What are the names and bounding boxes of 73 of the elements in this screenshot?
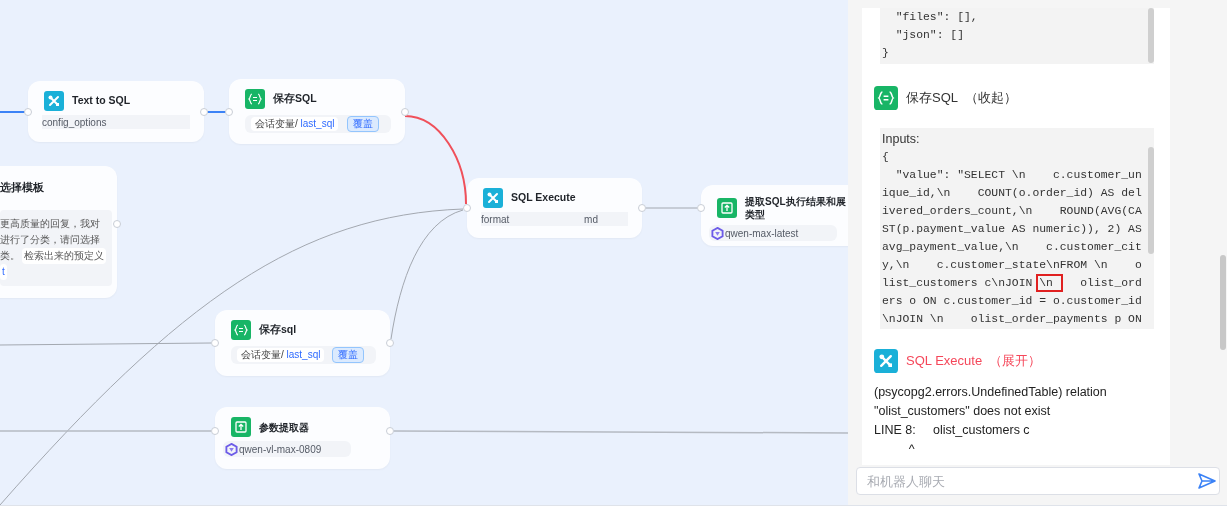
code-line: ivered_orders_count,\n ROUND(AVG(CA [882,204,1143,219]
node-title: 选择模板 [0,180,44,195]
scrollbar[interactable] [1148,8,1154,63]
prompt-text: 更高质量的回复，我对 [0,216,100,231]
mode-tag: 覆盖 [347,116,379,132]
braces-icon [231,320,251,340]
param-key: format [481,211,510,227]
code-line: "files": [], [894,10,979,25]
node-card[interactable]: 提取SQL执行结果和展 类型 qwen-max-latest [701,185,848,246]
variable-tag: 检索出来的预定义 [22,247,106,264]
upload-icon [231,417,251,437]
node-title: 提取SQL执行结果和展 类型 [745,195,846,221]
code-line: "value": "SELECT \n c.customer_un [894,168,1143,183]
node-card[interactable]: 选择模板 更高质量的回复，我对 进行了分类，请问选择 类。 检索出来的预定义 t [0,166,117,298]
node-title: 保存SQL [273,91,317,107]
scrollbar[interactable] [1148,147,1154,254]
port-handle[interactable] [401,108,409,116]
model-logo-icon [711,226,724,240]
send-icon[interactable] [1198,473,1216,489]
prompt-text: 进行了分类，请问选择 [0,232,100,247]
code-line: y,\n c.customer_state\nFROM \n o [882,258,1143,273]
code-line: avg_payment_value,\n c.customer_cit [882,240,1143,255]
code-line: list_customers c\nJOIN \n olist_ord [882,274,1148,292]
port-handle[interactable] [386,427,394,435]
code-line: "json": [] [894,28,966,43]
prompt-text: 类。 [0,248,20,263]
chat-input[interactable]: 和机器人聊天 [856,467,1220,495]
model-name: qwen-vl-max-0809 [239,442,322,457]
scrollbar[interactable] [1220,255,1226,350]
port-handle[interactable] [386,339,394,347]
tools-icon [483,188,503,208]
node-card[interactable]: Text to SQL config_options [28,81,204,142]
node-card[interactable]: 保存sql 会话变量/ last_sql 覆盖 [215,310,390,376]
port-handle[interactable] [225,108,233,116]
braces-icon [874,86,898,110]
port-handle[interactable] [200,108,208,116]
variable-tag: 会话变量/ last_sql [251,117,339,131]
tools-icon [874,349,898,373]
node-card[interactable]: SQL Execute format md [467,178,642,238]
node-card[interactable]: 保存SQL 会话变量/ last_sql 覆盖 [229,79,405,144]
error-message: (psycopg2.errors.UndefinedTable) relation "olist_customers" does not exist LINE 8: olist_customers c ^ [874,384,1108,458]
tools-icon [44,91,64,111]
code-line: ers o ON c.customer_id = o.customer_id [882,294,1143,309]
node-title: 参数提取器 [259,420,309,434]
param-value: md [584,212,598,227]
braces-icon [245,89,265,109]
port-handle[interactable] [24,108,32,116]
upload-icon [717,198,737,218]
node-title: SQL Execute [511,190,576,206]
port-handle[interactable] [211,427,219,435]
model-logo-icon [225,442,238,456]
code-line: ST(p.payment_value AS numeric)), 2) AS [882,222,1143,237]
step-title[interactable]: 保存SQL （收起） [906,88,1017,108]
node-title: 保存sql [259,322,297,338]
port-handle[interactable] [463,204,471,212]
code-line: ique_id,\n COUNT(o.order_id) AS del [882,186,1143,201]
mode-tag: 覆盖 [332,347,364,363]
port-handle[interactable] [211,339,219,347]
port-handle[interactable] [638,204,646,212]
port-handle[interactable] [113,220,121,228]
node-card[interactable]: 参数提取器 qwen-vl-max-0809 [215,407,390,469]
port-handle[interactable] [697,204,705,212]
node-title: Text to SQL [72,93,131,109]
code-line: \nJOIN \n olist_order_payments p ON [882,312,1143,327]
code-label: Inputs: [882,131,921,148]
variable-tag: t [0,263,7,280]
variable-tag: 会话变量/ last_sql [237,348,325,362]
model-name: qwen-max-latest [725,226,799,241]
step-title[interactable]: SQL Execute （展开） [906,351,1042,371]
code-line: } [882,46,890,61]
connector-line [645,207,698,209]
param-key: config_options [42,114,107,130]
code-line: { [882,150,890,165]
